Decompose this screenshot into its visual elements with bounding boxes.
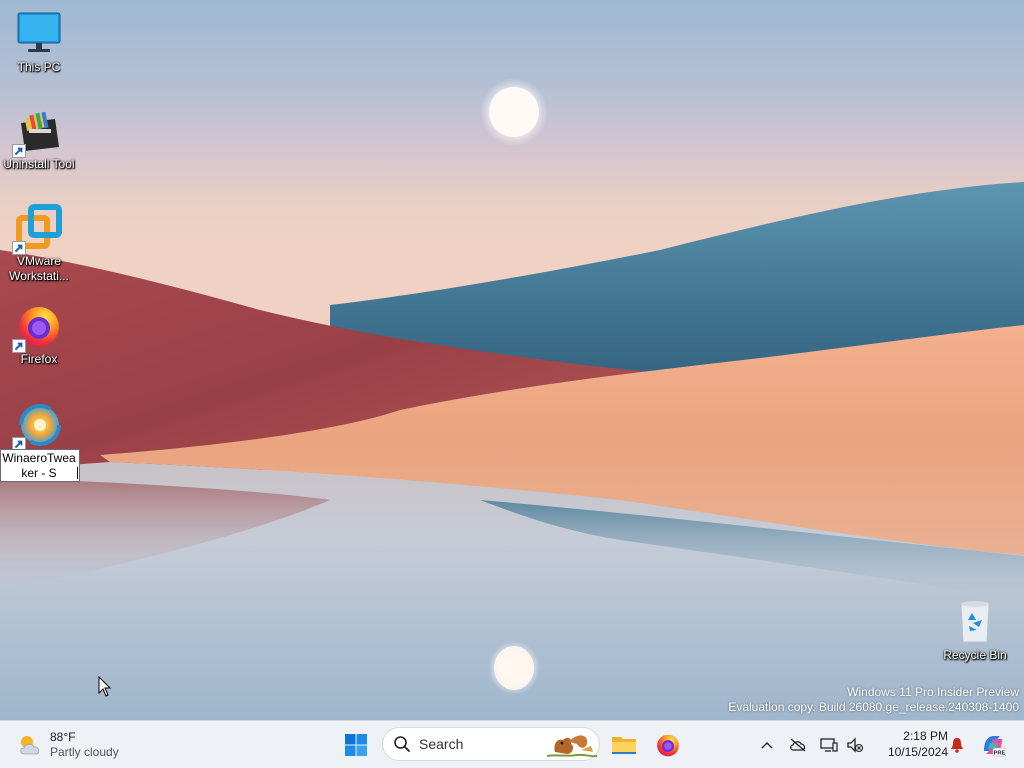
system-clock[interactable]: 2:18 PM 10/15/2024	[870, 728, 948, 760]
desktop-icon-uninstall-tool[interactable]: Uninstall Tool	[0, 107, 78, 172]
start-button[interactable]	[338, 727, 374, 763]
copilot-icon: PRE	[984, 736, 1006, 756]
watermark-edition: Windows 11 Pro Insider Preview	[847, 685, 1019, 699]
uninstall-tool-icon	[12, 107, 63, 158]
desktop-icon-recycle-bin[interactable]: Recycle Bin	[936, 598, 1014, 663]
weather-temperature: 88°F	[50, 730, 76, 744]
shortcut-arrow-icon	[12, 241, 26, 255]
firefox-icon	[657, 734, 679, 757]
recycle-bin-icon	[951, 598, 999, 646]
tray-overflow-button[interactable]	[756, 727, 778, 763]
computer-monitor-icon	[15, 10, 63, 58]
desktop-icon-label: Uninstall Tool	[3, 157, 75, 171]
clock-time: 2:18 PM	[903, 729, 948, 743]
notifications-button[interactable]	[946, 727, 968, 763]
clock-date: 10/15/2024	[887, 745, 948, 759]
onedrive-status-button[interactable]	[786, 727, 810, 763]
file-explorer-button[interactable]	[606, 727, 642, 763]
onedrive-offline-icon	[790, 738, 806, 752]
desktop-icon-label: Firefox	[20, 352, 58, 366]
weather-condition: Partly cloudy	[50, 745, 119, 759]
mouse-pointer-icon	[98, 676, 112, 697]
taskbar-search-box[interactable]: Search	[382, 727, 600, 761]
desktop-icon-label: Recycle Bin	[943, 648, 1007, 662]
search-placeholder: Search	[419, 736, 464, 752]
vmware-workstation-icon	[12, 204, 63, 255]
network-status-button[interactable]	[818, 727, 840, 763]
windows-logo-icon	[345, 734, 367, 756]
icon-rename-field[interactable]: WinaeroTwea ker - S	[0, 449, 80, 482]
desktop-icon-vmware[interactable]: VMware Workstati...	[0, 204, 78, 284]
desktop-wallpaper	[0, 0, 1024, 720]
copilot-preview-badge: PRE	[994, 750, 1006, 756]
search-icon	[394, 736, 410, 752]
firefox-taskbar-button[interactable]	[650, 727, 686, 763]
firefox-icon	[12, 302, 63, 353]
volume-muted-icon	[847, 737, 864, 753]
chevron-up-icon	[761, 742, 773, 749]
evaluation-watermark: Windows 11 Pro Insider Preview Evaluatio…	[728, 685, 1019, 715]
search-highlight-squirrel-icon	[547, 735, 597, 758]
desktop-icon-this-pc[interactable]: This PC	[0, 10, 78, 75]
partly-cloudy-icon	[20, 736, 40, 755]
desktop-icon-label: This PC	[17, 60, 61, 74]
rename-field-text: WinaeroTwea ker - S	[2, 451, 76, 480]
network-icon	[820, 738, 838, 752]
text-caret	[77, 467, 78, 479]
desktop-icon-firefox[interactable]: Firefox	[0, 302, 78, 367]
notification-bell-icon	[951, 738, 963, 753]
folder-icon	[612, 737, 636, 754]
shortcut-arrow-icon	[12, 339, 26, 353]
volume-button[interactable]	[844, 727, 866, 763]
weather-widget[interactable]: 88°F Partly cloudy	[16, 728, 119, 762]
copilot-button[interactable]: PRE	[978, 727, 1008, 763]
watermark-build: Evaluation copy. Build 26080.ge_release.…	[728, 700, 1019, 714]
desktop-icon-winaero-tweaker[interactable]	[0, 400, 78, 451]
winaero-tweaker-icon	[12, 400, 63, 451]
shortcut-arrow-icon	[12, 144, 26, 158]
